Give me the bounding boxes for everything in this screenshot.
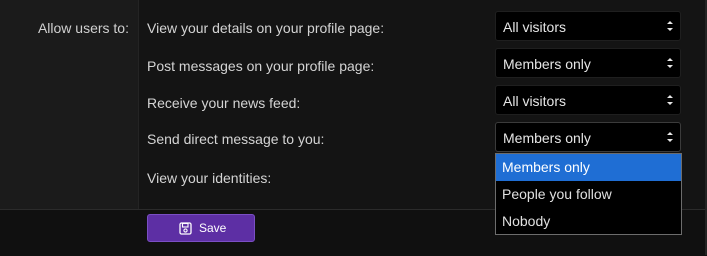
- save-button[interactable]: Save: [147, 214, 255, 242]
- save-button-label: Save: [199, 221, 227, 235]
- chevron-updown-icon: [666, 17, 674, 35]
- select-post-messages[interactable]: Members only: [495, 48, 681, 78]
- chevron-updown-icon: [666, 91, 674, 109]
- select-value: All visitors: [503, 93, 567, 109]
- dropdown-list: Members only People you follow Nobody: [495, 153, 682, 235]
- row-label-news-feed: Receive your news feed:: [147, 95, 301, 111]
- row-label-direct-message: Send direct message to you:: [147, 131, 325, 147]
- select-value: Members only: [503, 130, 591, 146]
- select-news-feed[interactable]: All visitors: [495, 85, 681, 115]
- chevron-updown-icon: [666, 128, 674, 146]
- row-label-view-details: View your details on your profile page:: [147, 20, 385, 36]
- select-view-details[interactable]: All visitors: [495, 11, 681, 41]
- select-direct-message[interactable]: Members only: [495, 122, 681, 152]
- dropdown-option-nobody[interactable]: Nobody: [496, 208, 681, 235]
- select-value: Members only: [503, 56, 591, 72]
- chevron-updown-icon: [666, 54, 674, 72]
- section-label: Allow users to:: [37, 20, 129, 36]
- select-value: All visitors: [503, 19, 567, 35]
- dropdown-option-members-only[interactable]: Members only: [496, 154, 681, 181]
- row-label-identities: View your identities:: [147, 170, 272, 186]
- floppy-disk-icon: [179, 222, 192, 235]
- row-label-post-messages: Post messages on your profile page:: [147, 58, 375, 74]
- dropdown-option-people-you-follow[interactable]: People you follow: [496, 181, 681, 208]
